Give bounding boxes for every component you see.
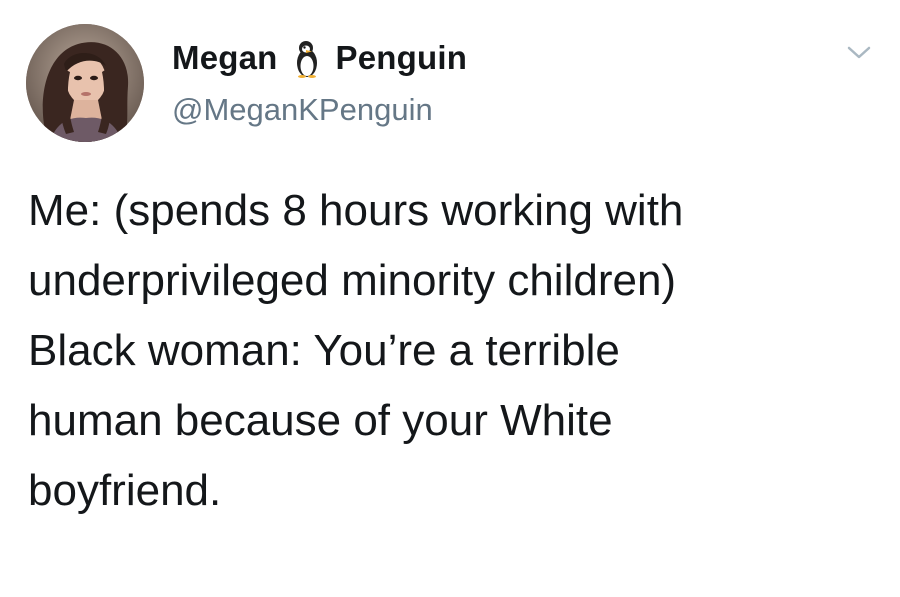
display-name-first[interactable]: Megan <box>172 39 278 77</box>
tweet-card: Megan Penguin @MeganKPenguin Me: (spends… <box>0 0 900 597</box>
author-handle[interactable]: @MeganKPenguin <box>172 92 433 128</box>
tweet-text-line: underprivileged minority children) <box>28 256 677 305</box>
tweet-text-line: Me: (spends 8 hours working with <box>28 186 684 235</box>
avatar[interactable] <box>26 24 144 142</box>
avatar-photo <box>26 24 144 142</box>
tweet-text-line: human because of your White <box>28 396 613 445</box>
tweet-text-line: boyfriend. <box>28 466 222 515</box>
penguin-icon <box>292 38 322 78</box>
tweet-text: Me: (spends 8 hours working with underpr… <box>28 176 878 526</box>
author-name-row[interactable]: Megan Penguin <box>172 36 467 80</box>
chevron-down-icon[interactable] <box>846 44 872 62</box>
display-name-last[interactable]: Penguin <box>336 39 468 77</box>
tweet-text-line: Black woman: You’re a terrible <box>28 326 620 375</box>
